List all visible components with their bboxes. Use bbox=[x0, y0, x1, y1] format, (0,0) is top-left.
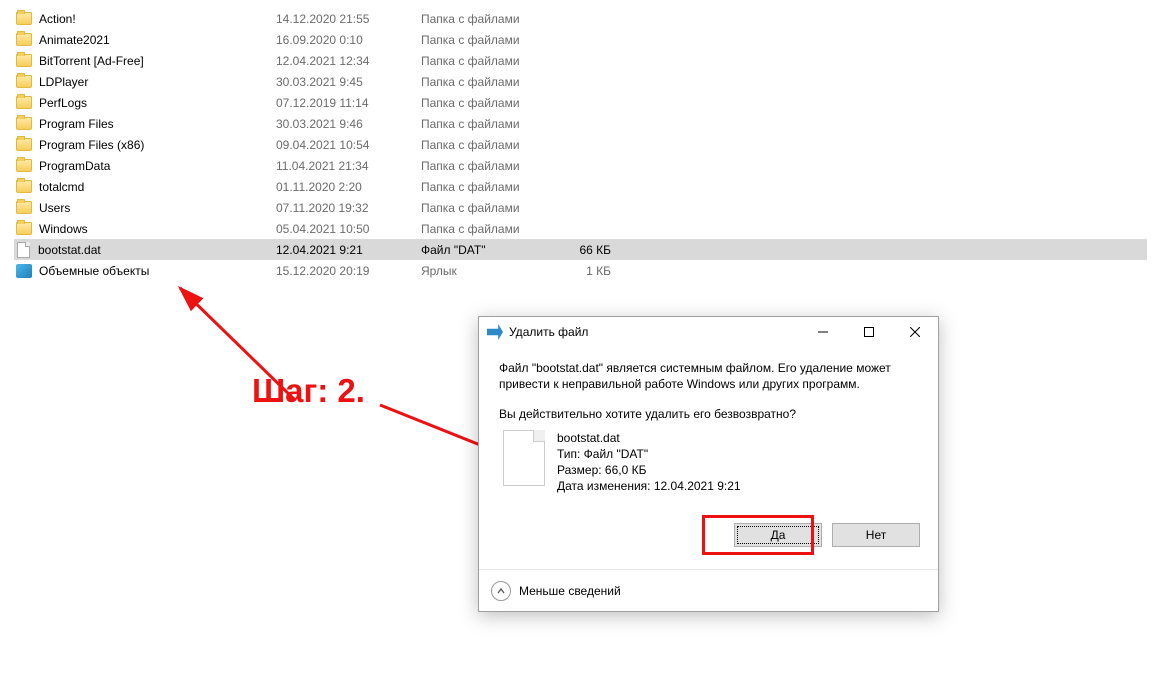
file-date: Дата изменения: 12.04.2021 9:21 bbox=[557, 478, 741, 494]
file-type-label: Папка с файлами bbox=[421, 159, 561, 173]
file-row[interactable]: Windows 05.04.2021 10:50Папка с файлами bbox=[14, 218, 1147, 239]
dialog-title: Удалить файл bbox=[509, 325, 800, 339]
dialog-titlebar: Удалить файл bbox=[479, 317, 938, 347]
file-date-label: 30.03.2021 9:46 bbox=[276, 117, 421, 131]
file-type-label: Папка с файлами bbox=[421, 75, 561, 89]
folder-icon bbox=[16, 138, 32, 151]
file-date-label: 07.12.2019 11:14 bbox=[276, 96, 421, 110]
file-name-label: BitTorrent [Ad-Free] bbox=[39, 54, 144, 68]
file-date-label: 30.03.2021 9:45 bbox=[276, 75, 421, 89]
delete-file-dialog: Удалить файл Файл "bootstat.dat" являетс… bbox=[478, 316, 939, 612]
file-size-label: 66 КБ bbox=[561, 243, 611, 257]
file-row[interactable]: BitTorrent [Ad-Free] 12.04.2021 12:34Папк… bbox=[14, 50, 1147, 71]
file-name: bootstat.dat bbox=[557, 430, 741, 446]
delete-arrow-icon bbox=[487, 324, 503, 340]
file-size: Размер: 66,0 КБ bbox=[557, 462, 741, 478]
file-type-label: Папка с файлами bbox=[421, 54, 561, 68]
file-row[interactable]: Users 07.11.2020 19:32Папка с файлами bbox=[14, 197, 1147, 218]
file-type-label: Ярлык bbox=[421, 264, 561, 278]
folder-icon bbox=[16, 12, 32, 25]
file-row[interactable]: Animate2021 16.09.2020 0:10Папка с файлам… bbox=[14, 29, 1147, 50]
file-name-label: Action! bbox=[39, 12, 76, 26]
file-row[interactable]: Program Files 30.03.2021 9:46Папка с файл… bbox=[14, 113, 1147, 134]
folder-icon bbox=[16, 180, 32, 193]
dialog-file-info: bootstat.dat Тип: Файл "DAT" Размер: 66,… bbox=[499, 430, 918, 494]
file-row[interactable]: Program Files (x86) 09.04.2021 10:54Папка… bbox=[14, 134, 1147, 155]
file-type-label: Папка с файлами bbox=[421, 96, 561, 110]
file-name-label: Animate2021 bbox=[39, 33, 110, 47]
dialog-warning-text: Файл "bootstat.dat" является системным ф… bbox=[499, 360, 918, 392]
file-date-label: 07.11.2020 19:32 bbox=[276, 201, 421, 215]
file-name-label: bootstat.dat bbox=[38, 243, 101, 257]
file-name-label: Объемные объекты bbox=[39, 264, 149, 278]
file-date-label: 11.04.2021 21:34 bbox=[276, 159, 421, 173]
file-name-label: Program Files bbox=[39, 117, 114, 131]
folder-icon bbox=[16, 159, 32, 172]
no-button[interactable]: Нет bbox=[832, 523, 920, 547]
file-date-label: 14.12.2020 21:55 bbox=[276, 12, 421, 26]
file-date-label: 12.04.2021 9:21 bbox=[276, 243, 421, 257]
file-type: Тип: Файл "DAT" bbox=[557, 446, 741, 462]
dialog-question-text: Вы действительно хотите удалить его безв… bbox=[499, 406, 918, 422]
file-type-label: Папка с файлами bbox=[421, 201, 561, 215]
file-name-label: PerfLogs bbox=[39, 96, 87, 110]
file-size-label: 1 КБ bbox=[561, 264, 611, 278]
yes-button[interactable]: Да bbox=[734, 523, 822, 547]
file-row[interactable]: PerfLogs 07.12.2019 11:14Папка с файлами bbox=[14, 92, 1147, 113]
folder-icon bbox=[16, 75, 32, 88]
file-list: Action!14.12.2020 21:55Папка с файламиAn… bbox=[14, 8, 1147, 281]
file-type-label: Папка с файлами bbox=[421, 117, 561, 131]
file-row[interactable]: totalcmd 01.11.2020 2:20Папка с файлами bbox=[14, 176, 1147, 197]
file-date-label: 15.12.2020 20:19 bbox=[276, 264, 421, 278]
file-name-label: Users bbox=[39, 201, 70, 215]
chevron-up-icon[interactable] bbox=[491, 581, 511, 601]
less-details-link[interactable]: Меньше сведений bbox=[519, 584, 621, 598]
folder-icon bbox=[16, 201, 32, 214]
folder-icon bbox=[16, 33, 32, 46]
file-row[interactable]: Объемные объекты 15.12.2020 20:19Ярлык1 К… bbox=[14, 260, 1147, 281]
step-label: Шаг: 2. bbox=[252, 372, 365, 410]
file-date-label: 09.04.2021 10:54 bbox=[276, 138, 421, 152]
file-icon bbox=[17, 242, 30, 258]
file-date-label: 12.04.2021 12:34 bbox=[276, 54, 421, 68]
file-name-label: LDPlayer bbox=[39, 75, 88, 89]
file-type-label: Папка с файлами bbox=[421, 138, 561, 152]
file-type-label: Файл "DAT" bbox=[421, 243, 561, 257]
minimize-button[interactable] bbox=[800, 317, 846, 347]
file-type-label: Папка с файлами bbox=[421, 33, 561, 47]
file-icon bbox=[503, 430, 545, 486]
file-row[interactable]: LDPlayer 30.03.2021 9:45Папка с файлами bbox=[14, 71, 1147, 92]
close-button[interactable] bbox=[892, 317, 938, 347]
file-date-label: 01.11.2020 2:20 bbox=[276, 180, 421, 194]
file-row[interactable]: bootstat.dat 12.04.2021 9:21Файл "DAT"66 … bbox=[14, 239, 1147, 260]
maximize-button[interactable] bbox=[846, 317, 892, 347]
file-row[interactable]: ProgramData 11.04.2021 21:34Папка с файла… bbox=[14, 155, 1147, 176]
folder-icon bbox=[16, 222, 32, 235]
file-name-label: Program Files (x86) bbox=[39, 138, 144, 152]
file-date-label: 16.09.2020 0:10 bbox=[276, 33, 421, 47]
file-name-label: ProgramData bbox=[39, 159, 110, 173]
folder-icon bbox=[16, 96, 32, 109]
file-date-label: 05.04.2021 10:50 bbox=[276, 222, 421, 236]
3d-objects-icon bbox=[16, 264, 32, 278]
file-type-label: Папка с файлами bbox=[421, 222, 561, 236]
file-name-label: Windows bbox=[39, 222, 88, 236]
file-row[interactable]: Action! 14.12.2020 21:55Папка с файлами bbox=[14, 8, 1147, 29]
folder-icon bbox=[16, 54, 32, 67]
file-type-label: Папка с файлами bbox=[421, 180, 561, 194]
folder-icon bbox=[16, 117, 32, 130]
file-name-label: totalcmd bbox=[39, 180, 84, 194]
file-type-label: Папка с файлами bbox=[421, 12, 561, 26]
